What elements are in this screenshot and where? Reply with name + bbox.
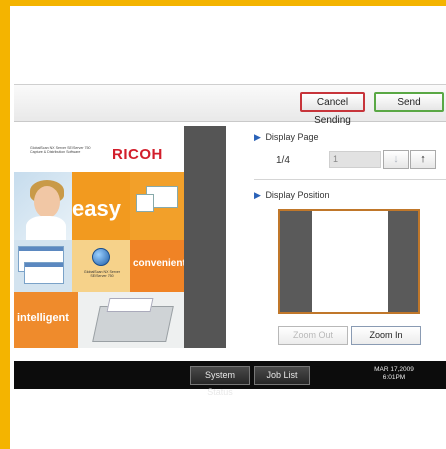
document-sheet [136, 194, 154, 212]
page-down-button[interactable]: ↓ [383, 150, 409, 169]
preview-tile-easy: easy [72, 172, 130, 240]
frame-left-border [0, 0, 10, 449]
document-preview[interactable]: GlobalScan NX Server SE/Server 750 Captu… [14, 126, 184, 348]
preview-product-text: GlobalScan NX Server SE/Server 750 Captu… [30, 146, 91, 155]
cancel-sending-button[interactable]: Cancel Sending [300, 92, 365, 126]
mini-window [24, 262, 64, 284]
paper-tray [106, 298, 154, 312]
page-up-button[interactable]: ↑ [410, 150, 436, 169]
send-button[interactable]: Send [374, 92, 444, 112]
display-position-map[interactable] [278, 209, 420, 314]
arrow-up-icon: ↑ [420, 153, 426, 165]
person-face [34, 186, 60, 218]
triangle-right-icon: ▶ [254, 132, 261, 142]
zoom-in-button[interactable]: Zoom In [351, 326, 421, 345]
globe-caption: GlobalScan NX Server SE/Server 750 [83, 270, 121, 279]
preview-tile-globe: GlobalScan NX Server SE/Server 750 [72, 240, 130, 292]
page-count: 1/4 [276, 155, 290, 166]
preview-tile-machine [78, 292, 184, 348]
person-body [26, 216, 66, 240]
tile-word-easy: easy [72, 196, 121, 221]
system-status-button[interactable]: System Status [190, 366, 250, 397]
time-text: 6:01PM [382, 374, 406, 381]
ricoh-logo: RICOH [112, 146, 163, 163]
arrow-down-icon: ↓ [393, 153, 399, 165]
display-position-title: ▶ Display Position [254, 190, 329, 201]
triangle-right-icon: ▶ [254, 190, 261, 200]
preview-tile-screenshots [14, 240, 72, 292]
section-divider [254, 179, 446, 180]
display-page-title: ▶ Display Page [254, 132, 318, 143]
tile-word-convenient: convenient [133, 258, 184, 269]
position-page-area [312, 211, 388, 312]
preview-tile-convenient: convenient [130, 240, 184, 292]
job-list-button[interactable]: Job List [254, 366, 310, 385]
display-position-label: Display Position [265, 190, 330, 200]
globe-icon [92, 248, 110, 266]
preview-tile-documents [130, 172, 184, 240]
status-bar: System Status Job List MAR 17,2009 6:01P… [14, 361, 446, 397]
page-number-input[interactable]: 1 [329, 151, 381, 168]
zoom-out-button[interactable]: Zoom Out [278, 326, 348, 345]
tile-word-intelligent: intelligent [17, 312, 69, 324]
operation-panel-screen: Cancel Sending Send GlobalScan NX Server… [14, 6, 446, 449]
date-text: MAR 17,2009 [374, 366, 414, 373]
preview-side-margin [184, 126, 226, 348]
display-page-label: Display Page [265, 132, 319, 142]
preview-header: GlobalScan NX Server SE/Server 750 Captu… [14, 126, 184, 172]
date-time-display: MAR 17,2009 6:01PM [354, 366, 434, 382]
preview-tile-intelligent: intelligent [14, 292, 78, 348]
preview-tile-face [14, 172, 72, 240]
